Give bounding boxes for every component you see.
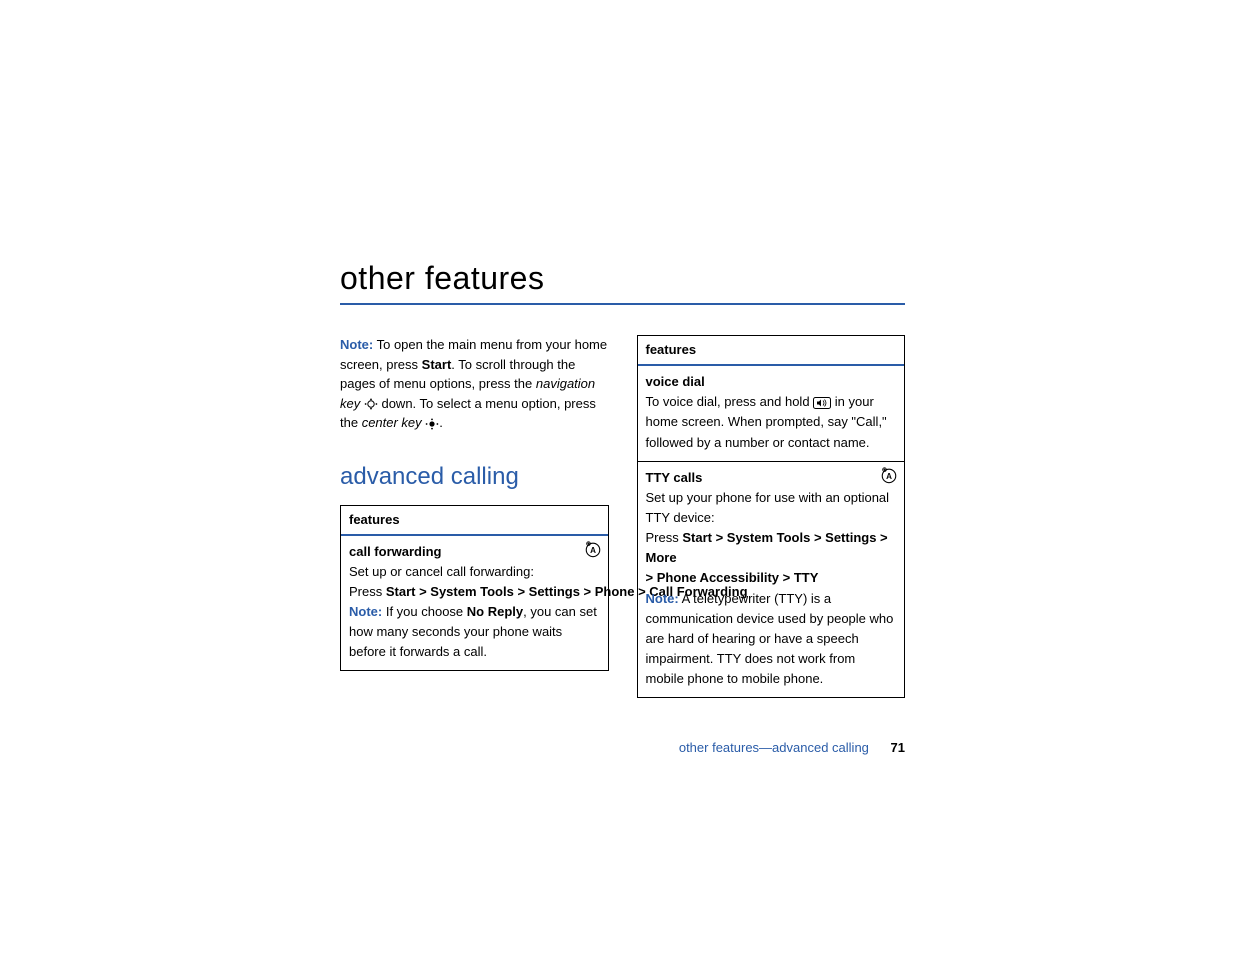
note-label: Note: [349, 604, 382, 619]
note-label: Note: [646, 591, 679, 606]
network-feature-icon: A [880, 466, 898, 484]
menu-path-line2: > Phone Accessibility > TTY [646, 570, 819, 585]
svg-text:A: A [590, 546, 596, 555]
intro-text-d: . [439, 415, 443, 430]
table-row-call-forwarding: A call forwarding Set up or cancel call … [341, 536, 608, 671]
no-reply-label: No Reply [467, 604, 523, 619]
row-title: voice dial [646, 374, 705, 389]
features-table-left: features A call forwarding Set up or can… [340, 505, 609, 672]
table-row-tty-calls: A TTY calls Set up your phone for use wi… [638, 461, 905, 698]
table-header: features [341, 506, 608, 536]
path-prefix: Press [349, 584, 386, 599]
speaker-key-icon [813, 397, 831, 409]
path-prefix: Press [646, 530, 683, 545]
table-row-voice-dial: voice dial To voice dial, press and hold… [638, 366, 905, 461]
page-title: other features [340, 260, 905, 297]
center-key-label: center key [362, 415, 422, 430]
footer-text: other features—advanced calling [679, 740, 869, 755]
row-title: call forwarding [349, 544, 441, 559]
right-column: features voice dial To voice dial, press… [637, 335, 906, 698]
menu-path-line1: Start > System Tools > Settings > More [646, 530, 888, 565]
note-label: Note: [340, 337, 373, 352]
start-key-label: Start [422, 357, 452, 372]
section-heading: advanced calling [340, 463, 609, 491]
page-container: other features Note: To open the main me… [0, 0, 1235, 755]
table-header: features [638, 336, 905, 366]
note-text: A teletypewriter (TTY) is a communicatio… [646, 591, 894, 687]
left-column: Note: To open the main menu from your ho… [340, 335, 609, 671]
center-key-icon [425, 418, 439, 430]
features-table-right: features voice dial To voice dial, press… [637, 335, 906, 698]
note-text-a: If you choose [382, 604, 467, 619]
voice-dial-text-a: To voice dial, press and hold [646, 394, 814, 409]
two-column-layout: Note: To open the main menu from your ho… [340, 335, 905, 698]
row-title: TTY calls [646, 470, 703, 485]
page-footer: other features—advanced calling 71 [340, 740, 905, 755]
page-number: 71 [891, 740, 905, 755]
svg-text:A: A [886, 472, 892, 481]
intro-note: Note: To open the main menu from your ho… [340, 335, 609, 433]
network-feature-icon: A [584, 540, 602, 558]
row-desc: Set up or cancel call forwarding: [349, 562, 600, 582]
navigation-key-icon [364, 398, 378, 410]
row-desc: Set up your phone for use with an option… [646, 488, 897, 528]
title-rule [340, 303, 905, 305]
